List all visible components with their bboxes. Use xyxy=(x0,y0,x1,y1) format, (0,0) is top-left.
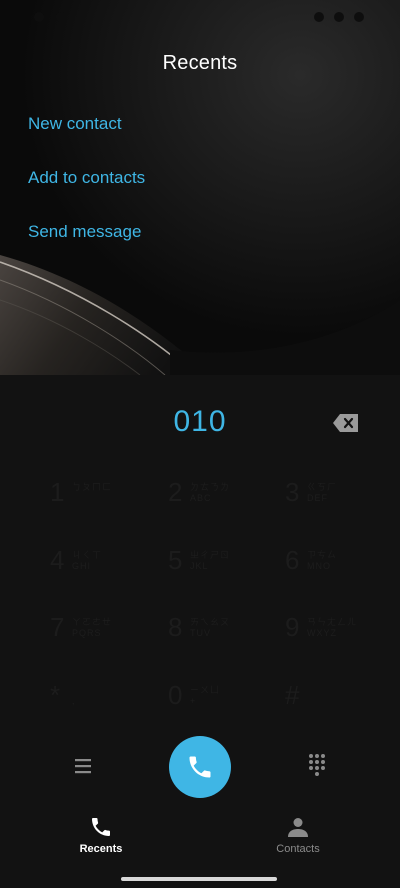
tab-recents-label: Recents xyxy=(79,843,123,855)
phone-icon xyxy=(92,818,110,836)
call-button[interactable] xyxy=(169,736,231,798)
dial-key-digit: 3 xyxy=(285,477,300,507)
tab-recents[interactable]: Recents xyxy=(41,805,161,860)
dial-key-digit: 1 xyxy=(50,477,65,507)
dial-key-digit: 5 xyxy=(168,545,183,575)
dial-key-zhuyin: ㄗㄘㄙ xyxy=(307,550,338,560)
status-bar xyxy=(0,0,400,36)
dial-key-digit: 8 xyxy=(168,612,183,642)
status-icon xyxy=(334,12,344,22)
dial-key-letters: MNO xyxy=(307,561,331,571)
dial-key-digit: * xyxy=(50,680,61,710)
dial-key-zhuyin: ㄉㄊㄋㄌ xyxy=(190,482,231,492)
tab-contacts-label: Contacts xyxy=(276,843,320,855)
home-indicator[interactable] xyxy=(121,877,277,881)
add-to-contacts-button[interactable]: Add to contacts xyxy=(28,168,145,188)
dial-key[interactable]: 6 ㄗㄘㄙ MNO xyxy=(285,545,365,585)
dial-key-letters: GHI xyxy=(72,561,92,571)
dial-key[interactable]: 8 ㄞㄟㄠㄡ TUV xyxy=(168,612,248,652)
dial-key-digit: 0 xyxy=(168,680,183,710)
menu-icon[interactable] xyxy=(73,755,95,777)
dial-key-letters: , xyxy=(72,696,76,706)
dial-key-letters: JKL xyxy=(190,561,209,571)
dial-key-digit: 2 xyxy=(168,477,183,507)
dial-key-letters: + xyxy=(190,696,197,706)
dial-key[interactable]: 0 ㄧㄨㄩ + xyxy=(168,680,248,720)
status-icon xyxy=(56,12,66,22)
dial-key-zhuyin: ㄐㄑㄒ xyxy=(72,550,103,560)
dial-key[interactable]: 2 ㄉㄊㄋㄌ ABC xyxy=(168,477,248,517)
dial-key[interactable]: 5 ㄓㄔㄕㄖ JKL xyxy=(168,545,248,585)
bottom-navigation: Recents Contacts xyxy=(0,805,400,865)
dial-key-zhuyin: ㄚㄛㄜㄝ xyxy=(72,617,113,627)
status-icon xyxy=(34,12,44,22)
dial-key-letters: DEF xyxy=(307,493,328,503)
person-icon xyxy=(288,818,308,837)
phone-icon xyxy=(189,756,211,778)
tab-contacts[interactable]: Contacts xyxy=(238,805,358,860)
dial-key[interactable]: 7 ㄚㄛㄜㄝ PQRS xyxy=(50,612,130,652)
dial-key-zhuyin: ㄓㄔㄕㄖ xyxy=(190,550,231,560)
backspace-icon[interactable] xyxy=(332,412,360,434)
dial-key-zhuyin: ㄞㄟㄠㄡ xyxy=(190,617,231,627)
dial-key-letters: WXYZ xyxy=(307,628,337,638)
dial-key-digit: 9 xyxy=(285,612,300,642)
status-icon xyxy=(354,12,364,22)
dial-key[interactable]: 4 ㄐㄑㄒ GHI xyxy=(50,545,130,585)
dial-key-zhuyin: ㄧㄨㄩ xyxy=(190,685,221,695)
dial-key-letters: PQRS xyxy=(72,628,102,638)
status-icon xyxy=(314,12,324,22)
dial-key-digit: # xyxy=(285,680,300,710)
dial-key[interactable]: *, xyxy=(50,680,130,720)
dial-key[interactable]: 1 ㄅㄆㄇㄈ xyxy=(50,477,130,517)
dial-key-letters: TUV xyxy=(190,628,211,638)
dial-key[interactable]: 9 ㄢㄣㄤㄥㄦ WXYZ xyxy=(285,612,365,652)
dial-key-zhuyin: ㄢㄣㄤㄥㄦ xyxy=(307,617,358,627)
dial-key[interactable]: 3 ㄍㄎㄏ DEF xyxy=(285,477,365,517)
dialpad-icon[interactable] xyxy=(306,753,328,777)
dial-key-zhuyin: ㄍㄎㄏ xyxy=(307,482,338,492)
dial-key-digit: 6 xyxy=(285,545,300,575)
send-message-button[interactable]: Send message xyxy=(28,222,141,242)
new-contact-button[interactable]: New contact xyxy=(28,114,122,134)
dial-key-zhuyin: ㄅㄆㄇㄈ xyxy=(72,482,113,492)
dial-key[interactable]: # xyxy=(285,680,365,720)
dial-key-digit: 4 xyxy=(50,545,65,575)
dial-key-digit: 7 xyxy=(50,612,65,642)
page-title: Recents xyxy=(162,52,238,74)
dial-key-letters: ABC xyxy=(190,493,212,503)
